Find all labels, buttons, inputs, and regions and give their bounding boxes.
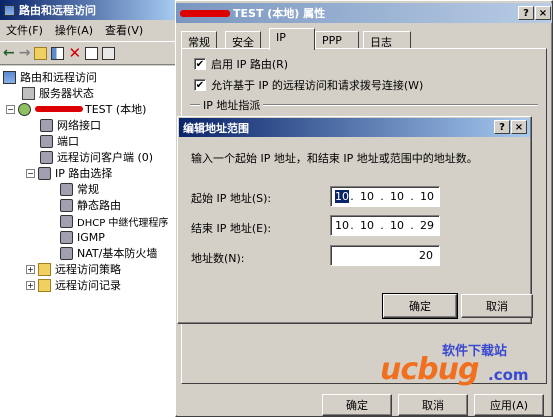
tab-log[interactable]: 日志 [363, 31, 411, 49]
expand-icon[interactable]: + [26, 264, 35, 274]
watermark-tld: .com [488, 366, 529, 384]
tree-static-routes[interactable]: 静态路由 [60, 197, 121, 213]
allow-remote-label: 允许基于 IP 的远程访问和请求拨号连接(W) [211, 79, 424, 92]
start-ip-octet-4[interactable]: 10 [415, 190, 439, 203]
props-title: TEST (本地) 属性 [233, 7, 326, 20]
tab-security[interactable]: 安全 [225, 31, 261, 49]
log-folder-icon [38, 278, 51, 292]
dhcp-icon [60, 214, 73, 228]
tree-dhcp-relay[interactable]: DHCP 中继代理程序 [60, 213, 168, 229]
tree-server-status[interactable]: 服务器状态 [22, 85, 94, 101]
count-value: 20 [419, 249, 433, 262]
forward-arrow-icon[interactable]: → [19, 45, 31, 61]
igmp-icon [60, 230, 73, 244]
end-ip-label: 结束 IP 地址(E): [191, 222, 272, 235]
dialog-description: 输入一个起始 IP 地址，和结束 IP 地址或范围中的地址数。 [191, 152, 478, 165]
interface-icon [40, 118, 53, 132]
dialog-titlebar: 编辑地址范围 ? × [179, 118, 530, 137]
tree-pane: 路由和远程访问 服务器状态 − TEST (本地) 网络接口 端口 远程访问客户端… [0, 66, 175, 417]
dialog-close-button[interactable]: × [511, 120, 527, 134]
policy-icon [38, 262, 51, 276]
start-ip-label: 起始 IP 地址(S): [191, 192, 272, 205]
start-ip-octet-1[interactable]: 10 [335, 190, 349, 203]
tree-root[interactable]: 路由和远程访问 [3, 69, 97, 85]
props-apply-button[interactable]: 应用(A) [474, 394, 544, 416]
tree-nat[interactable]: NAT/基本防火墙 [60, 245, 157, 261]
server-running-icon [18, 102, 31, 116]
mmc-menubar: 文件(F) 操作(A) 查看(V) [0, 21, 175, 39]
count-field[interactable]: 20 [330, 245, 440, 266]
enable-ip-routing-label: 启用 IP 路由(R) [211, 58, 289, 71]
mmc-window: 路由和远程访问 文件(F) 操作(A) 查看(V) ← → ✕ 路由和远程访问 … [0, 0, 175, 417]
mmc-title: 路由和远程访问 [19, 4, 96, 17]
redacted-mark [180, 9, 230, 17]
properties-icon[interactable] [85, 46, 99, 60]
tree-ip-routing[interactable]: − IP 路由选择 [26, 165, 112, 181]
expand-icon[interactable]: + [26, 280, 35, 290]
count-label: 地址数(N): [191, 252, 245, 265]
tree-remote-log[interactable]: + 远程访问记录 [26, 277, 121, 293]
menu-view[interactable]: 查看(V) [99, 22, 149, 38]
start-ip-field[interactable]: 10. 10. 10. 10 [330, 186, 440, 207]
tree-remote-clients[interactable]: 远程访问客户端 (0) [40, 149, 153, 165]
up-folder-icon[interactable] [34, 46, 48, 60]
start-ip-octet-2[interactable]: 10 [355, 190, 379, 203]
general-icon [60, 182, 73, 196]
redacted-mark [35, 106, 83, 112]
dialog-title: 编辑地址范围 [183, 121, 249, 135]
props-titlebar: TEST (本地) 属性 ? × [176, 3, 552, 23]
start-ip-octet-3[interactable]: 10 [385, 190, 409, 203]
props-ok-button[interactable]: 确定 [322, 394, 392, 416]
back-arrow-icon[interactable]: ← [3, 45, 15, 61]
menu-action[interactable]: 操作(A) [49, 22, 99, 38]
delete-icon[interactable]: ✕ [68, 44, 81, 62]
allow-remote-row[interactable]: ✔ 允许基于 IP 的远程访问和请求拨号连接(W) [194, 77, 423, 93]
tab-ip[interactable]: IP [269, 28, 315, 50]
ports-icon [40, 134, 53, 148]
mmc-toolbar: ← → ✕ [0, 41, 175, 65]
tree-general[interactable]: 常规 [60, 181, 99, 197]
tree-network-interfaces[interactable]: 网络接口 [40, 117, 101, 133]
end-ip-field[interactable]: 10. 10. 10. 29 [330, 215, 440, 236]
server-icon [22, 86, 35, 100]
ip-assign-group-label: IP 地址指派 [200, 97, 264, 113]
enable-ip-routing-checkbox[interactable]: ✔ [194, 58, 206, 70]
refresh-icon[interactable] [102, 46, 116, 60]
menu-file[interactable]: 文件(F) [0, 22, 49, 38]
dialog-ok-button[interactable]: 确定 [382, 293, 458, 319]
props-cancel-button[interactable]: 取消 [398, 394, 468, 416]
routing-icon [3, 70, 16, 84]
tab-general[interactable]: 常规 [181, 31, 217, 49]
allow-remote-checkbox[interactable]: ✔ [194, 79, 206, 91]
clients-icon [40, 150, 53, 164]
end-ip-octet-2[interactable]: 10 [355, 219, 379, 232]
tree-server[interactable]: − TEST (本地) [6, 101, 146, 117]
end-ip-octet-1[interactable]: 10 [335, 219, 349, 232]
close-button[interactable]: × [535, 6, 551, 20]
watermark-brand: ucbug [380, 352, 479, 387]
nat-icon [60, 246, 73, 260]
mmc-app-icon [4, 4, 15, 16]
tab-ppp[interactable]: PPP [315, 31, 359, 49]
edit-range-dialog: 编辑地址范围 ? × 输入一个起始 IP 地址，和结束 IP 地址或范围中的地址… [177, 116, 533, 324]
help-button[interactable]: ? [518, 6, 534, 20]
dialog-help-button[interactable]: ? [494, 120, 510, 134]
dialog-cancel-button[interactable]: 取消 [461, 294, 533, 318]
collapse-icon[interactable]: − [6, 104, 15, 114]
mmc-titlebar: 路由和远程访问 [0, 0, 175, 20]
end-ip-octet-3[interactable]: 10 [385, 219, 409, 232]
end-ip-octet-4[interactable]: 29 [415, 219, 439, 232]
watermark: 软件下载站 ucbug .com [380, 340, 550, 390]
ip-routing-icon [38, 166, 51, 180]
show-tree-icon[interactable] [51, 46, 65, 60]
tree-igmp[interactable]: IGMP [60, 229, 105, 245]
collapse-icon[interactable]: − [26, 168, 35, 178]
tree-ports[interactable]: 端口 [40, 133, 79, 149]
enable-ip-routing-row[interactable]: ✔ 启用 IP 路由(R) [194, 56, 288, 72]
tree-remote-policy[interactable]: + 远程访问策略 [26, 261, 121, 277]
static-route-icon [60, 198, 73, 212]
